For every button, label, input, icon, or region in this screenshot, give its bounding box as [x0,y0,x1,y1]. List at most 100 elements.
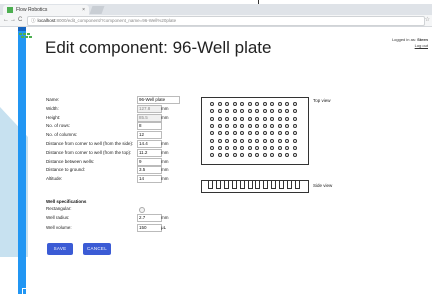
field-input[interactable]: 127.8 [137,104,162,113]
well-mark [247,131,252,136]
well-mark [217,109,222,114]
side-well-mark [223,180,229,189]
info-icon[interactable]: ⓘ [31,17,36,25]
well-mark [255,138,259,143]
well-mark [240,109,244,114]
bookmark-star-icon[interactable]: ☆ [425,17,430,24]
well-mark [270,109,274,114]
field-input[interactable]: 8 [137,122,162,131]
well-mark [210,153,214,158]
field-input[interactable]: 14 [137,175,162,184]
well-mark [255,116,259,121]
rectangular-checkbox[interactable] [139,207,145,213]
address-bar-row: ← → C ⓘ localhost:8000/edit_component/?co… [0,15,432,27]
well-mark [262,123,267,128]
side-well-mark [255,180,261,189]
well-radius-label: Well radius: [46,215,70,220]
side-well-mark [208,180,213,189]
field-unit: mm [161,105,169,111]
back-icon[interactable]: ← [3,17,9,24]
field-input[interactable]: 11.2 [137,148,162,157]
well-mark [292,123,297,128]
url-host: localhost [37,18,56,23]
app-logo-icon[interactable] [19,33,33,38]
well-mark [210,123,214,128]
field-unit: mm [161,149,169,155]
reload-icon[interactable]: C [18,17,22,24]
browser-tab-bar: Flow Robotics × [0,4,432,15]
field-input[interactable]: 3.5 [137,166,162,175]
logout-link[interactable]: Log out [392,43,428,49]
url-field[interactable]: ⓘ localhost:8000/edit_component/?componen… [27,16,425,26]
favicon-icon [7,7,13,13]
well-mark [270,131,274,136]
well-mark [255,131,259,136]
well-mark [277,116,282,121]
well-mark [232,102,237,106]
field-input[interactable]: 12 [137,131,162,140]
field-input[interactable]: 14.4 [137,140,162,148]
well-mark [217,138,222,143]
well-mark [255,153,259,158]
cancel-button[interactable]: CANCEL [83,243,111,255]
well-mark [262,131,267,136]
new-tab-button[interactable] [89,6,105,14]
well-mark [292,153,297,158]
well-volume-label: Well volume: [46,225,72,230]
well-mark [255,145,259,150]
top-view-diagram [201,97,309,165]
well-mark [292,131,297,136]
field-unit: mm [161,114,169,120]
well-radius-unit: mm [161,215,169,220]
well-mark [270,116,274,121]
well-mark [240,153,244,158]
well-mark [262,153,267,158]
side-well-mark [279,180,285,189]
well-mark [217,145,222,150]
field-input[interactable]: 9 [137,157,162,166]
tab-title: Flow Robotics [16,7,48,13]
tab-close-icon[interactable]: × [82,7,85,13]
well-mark [217,116,222,121]
well-mark [232,145,237,150]
well-mark [240,102,244,106]
side-view-diagram [201,180,309,193]
well-mark [240,131,244,136]
well-mark [270,145,274,150]
well-mark [240,116,244,121]
side-well-mark [271,180,277,189]
well-volume-unit: μL [161,225,167,230]
well-mark [232,153,237,158]
forward-icon[interactable]: → [10,17,16,24]
well-mark [240,138,244,143]
field-label: Width: [46,105,59,111]
well-mark [247,123,252,128]
side-view-label: Side view [313,183,333,188]
well-mark [270,138,274,143]
well-mark [292,109,297,114]
username: Steen [417,37,428,42]
user-info: Logged in as: Steen Log out [392,37,428,49]
field-unit: mm [161,158,169,164]
field-label: Name: [46,97,60,102]
field-unit: mm [161,176,169,182]
well-volume-field[interactable]: 150 [137,224,162,232]
well-mark [225,102,229,106]
browser-tab[interactable]: Flow Robotics × [3,5,89,15]
field-input[interactable]: 85.5 [137,113,162,122]
well-mark [270,102,274,106]
well-mark [285,138,289,143]
well-mark [277,153,282,158]
save-button[interactable]: SAVE [47,243,73,255]
well-mark [285,123,289,128]
well-mark [225,145,229,150]
field-input[interactable]: 96-Well plate [137,96,180,104]
side-well-mark [287,180,292,189]
well-mark [285,109,289,114]
well-mark [262,102,267,106]
well-radius-field[interactable]: 2.7 [137,214,162,222]
well-mark [225,123,229,128]
well-mark [247,116,252,121]
well-mark [292,116,297,121]
field-label: No. of columns: [46,132,78,138]
